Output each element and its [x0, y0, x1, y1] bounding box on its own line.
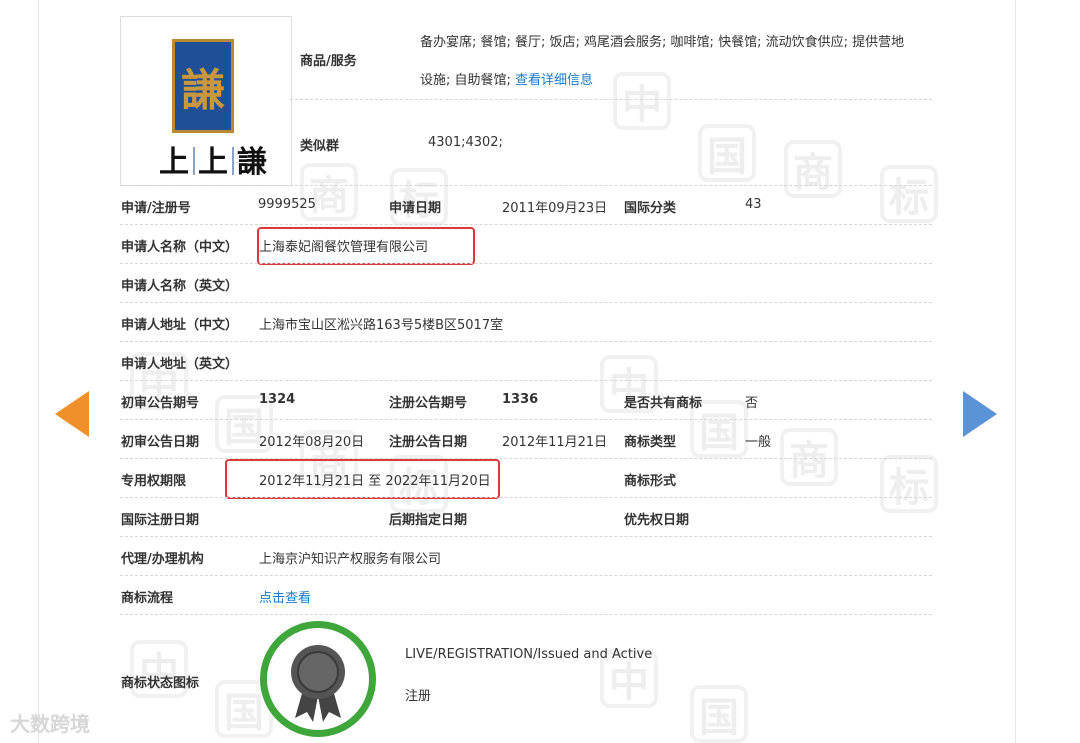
similar-group-value: 4301;4302;	[428, 135, 503, 150]
watermark-tile: 国	[690, 685, 748, 743]
exclusive-label: 专用权期限	[121, 474, 187, 489]
priority-date-label: 优先权日期	[624, 513, 690, 528]
divider	[120, 380, 932, 381]
process-label: 商标流程	[121, 591, 174, 606]
app-date-label: 申请日期	[389, 201, 442, 216]
left-border	[38, 0, 39, 743]
status-badge-icon	[260, 621, 376, 737]
reg-pub-date-label: 注册公告日期	[389, 435, 468, 450]
process-link[interactable]: 点击查看	[259, 587, 311, 606]
goods-line-2: 设施; 自助餐馆; 查看详细信息	[420, 73, 594, 88]
goods-line-1: 备办宴席; 餐馆; 餐厅; 饭店; 鸡尾酒会服务; 咖啡馆; 快餐馆; 流动饮食…	[420, 35, 905, 50]
address-cn-label: 申请人地址（中文）	[121, 318, 239, 333]
tm-type-value: 一般	[745, 435, 772, 450]
intl-class-label: 国际分类	[624, 201, 677, 216]
prev-arrow-icon[interactable]	[55, 391, 89, 437]
tm-type-label: 商标类型	[624, 435, 677, 450]
prelim-date-value: 2012年08月20日	[259, 435, 365, 450]
intl-class-value: 43	[745, 197, 762, 212]
address-en-label: 申请人地址（英文）	[121, 357, 239, 372]
app-date-value: 2011年09月23日	[502, 201, 608, 216]
status-en-value: LIVE/REGISTRATION/Issued and Active	[405, 647, 653, 662]
watermark-tile: 国	[698, 124, 756, 182]
reg-no-label: 申请/注册号	[121, 201, 191, 216]
right-border	[1015, 0, 1016, 743]
status-label: 商标状态图标	[121, 676, 200, 691]
next-arrow-icon[interactable]	[963, 391, 997, 437]
reg-pub-no-value: 1336	[502, 392, 539, 407]
divider	[120, 263, 932, 264]
divider	[120, 497, 932, 498]
watermark-tile: 商	[780, 428, 838, 486]
later-date-label: 后期指定日期	[389, 513, 468, 528]
watermark-text: 大数跨境	[10, 712, 90, 736]
highlight-box-exclusive	[225, 459, 500, 499]
agent-value: 上海京沪知识产权服务有限公司	[259, 552, 442, 567]
shared-value: 否	[745, 396, 759, 411]
divider	[120, 536, 932, 537]
goods-detail-link[interactable]: 查看详细信息	[515, 73, 593, 88]
agent-label: 代理/办理机构	[121, 552, 204, 567]
highlight-box-applicant	[257, 227, 475, 265]
watermark-tile: 商	[300, 163, 358, 221]
watermark-tile: 中	[613, 72, 671, 130]
watermark-tile: 标	[880, 165, 938, 223]
brand-wordmark: 上上謙	[159, 145, 268, 180]
goods-label: 商品/服务	[300, 54, 357, 69]
applicant-en-label: 申请人名称（英文）	[121, 279, 239, 294]
prelim-no-label: 初审公告期号	[121, 396, 200, 411]
watermark-tile: 标	[880, 455, 938, 513]
prelim-no-value: 1324	[259, 392, 296, 407]
divider	[120, 575, 932, 576]
address-cn-value: 上海市宝山区淞兴路163号5楼B区5017室	[259, 318, 504, 333]
tm-form-label: 商标形式	[624, 474, 677, 489]
shared-label: 是否共有商标	[624, 396, 703, 411]
watermark-tile: 商	[784, 140, 842, 198]
divider	[120, 341, 932, 342]
divider	[120, 224, 932, 225]
divider	[290, 99, 932, 100]
reg-pub-date-value: 2012年11月21日	[502, 435, 608, 450]
intl-reg-date-label: 国际注册日期	[121, 513, 200, 528]
reg-pub-no-label: 注册公告期号	[389, 396, 468, 411]
seal-logo: 謙	[172, 39, 234, 133]
divider	[120, 185, 932, 186]
reg-no-value: 9999525	[258, 197, 316, 212]
divider	[120, 419, 932, 420]
similar-group-label: 类似群	[300, 139, 340, 154]
applicant-cn-label: 申请人名称（中文）	[121, 240, 239, 255]
status-cn-value: 注册	[405, 689, 432, 704]
trademark-image: 謙 上上謙	[120, 16, 292, 186]
divider	[120, 614, 932, 615]
prelim-date-label: 初审公告日期	[121, 435, 200, 450]
divider	[120, 302, 932, 303]
